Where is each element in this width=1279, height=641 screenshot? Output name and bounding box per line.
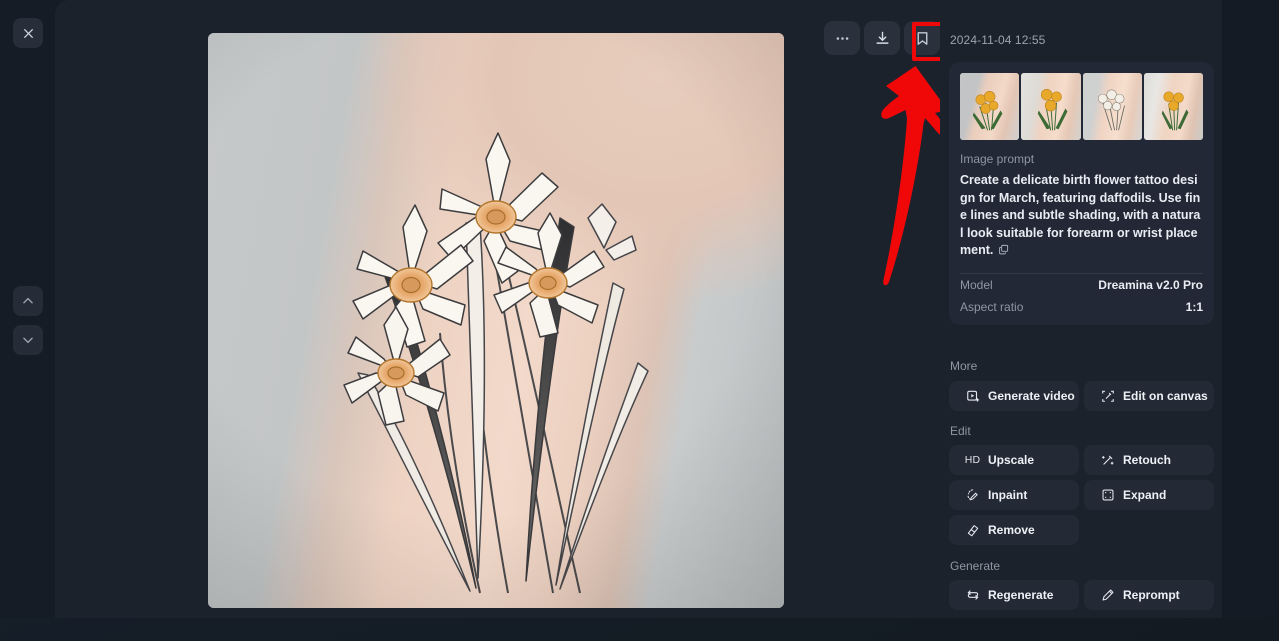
prompt-text: Create a delicate birth flower tattoo de… [960,172,1203,261]
retouch-button[interactable]: Retouch [1084,445,1214,475]
variation-thumbnail-strip [960,73,1203,140]
refresh-icon [965,588,980,603]
pencil-icon [1100,588,1115,603]
inpaint-brush-icon [965,488,980,503]
reprompt-button[interactable]: Reprompt [1084,580,1214,610]
next-image-button[interactable] [13,325,43,355]
video-frame-icon [965,389,980,404]
image-detail-modal: 2024-11-04 12:55 Image prompt Create a d… [0,0,1279,618]
button-label: Upscale [988,453,1035,467]
copy-icon [999,244,1009,255]
thumbnail-variation-4[interactable] [1143,73,1203,140]
button-label: Reprompt [1123,588,1180,602]
image-toolbar [824,21,940,55]
prompt-body: Create a delicate birth flower tattoo de… [960,173,1201,257]
section-buttons-more: Generate video Edit on canvas [949,381,1215,411]
meta-value: 1:1 [1185,299,1203,314]
canvas-crop-icon [1100,389,1115,404]
section-title-generate: Generate [950,559,1001,573]
regenerate-button[interactable]: Regenerate [949,580,1079,610]
image-vignette [208,33,784,608]
meta-row-aspect-ratio: Aspect ratio 1:1 [960,296,1203,318]
button-label: Remove [988,523,1035,537]
thumbnail-artwork [972,90,1003,131]
section-title-more: More [950,359,978,373]
thumbnail-variation-3[interactable] [1082,73,1142,140]
upscale-button[interactable]: HD Upscale [949,445,1079,475]
meta-row-model: Model Dreamina v2.0 Pro [960,274,1203,296]
chevron-up-icon [23,297,33,304]
main-image[interactable] [208,33,784,608]
thumbnail-artwork [1038,88,1068,131]
section-buttons-edit: HD Upscale Retouch Inpaint Expand Remove [949,445,1215,545]
button-label: Edit on canvas [1123,389,1208,403]
thumbnail-artwork [1097,89,1125,131]
expand-icon [1100,488,1115,503]
more-options-button[interactable] [824,21,860,55]
thumbnail-artwork [1161,91,1189,131]
button-label: Generate video [988,389,1075,403]
meta-value: Dreamina v2.0 Pro [1098,277,1203,292]
remove-button[interactable]: Remove [949,515,1079,545]
bookmark-button[interactable] [904,21,940,55]
inpaint-button[interactable]: Inpaint [949,480,1079,510]
magic-wand-icon [1100,453,1115,468]
close-icon [23,28,33,38]
chevron-down-icon [23,337,33,344]
section-title-edit: Edit [950,424,971,438]
meta-key: Aspect ratio [960,299,1024,314]
image-stage [55,0,955,618]
download-button[interactable] [864,21,900,55]
left-rail [0,0,55,618]
edit-on-canvas-button[interactable]: Edit on canvas [1084,381,1214,411]
previous-image-button[interactable] [13,286,43,316]
generation-timestamp: 2024-11-04 12:55 [950,33,1046,47]
bookmark-icon [917,31,927,45]
button-label: Expand [1123,488,1167,502]
ellipsis-icon [836,36,848,40]
copy-prompt-button[interactable] [998,243,1009,261]
generation-info-card: Image prompt Create a delicate birth flo… [949,62,1214,325]
download-icon [875,31,889,44]
hd-icon: HD [964,454,981,466]
meta-key: Model [960,277,993,292]
thumbnail-variation-1[interactable] [960,73,1020,140]
generate-video-button[interactable]: Generate video [949,381,1079,411]
button-label: Inpaint [988,488,1028,502]
prompt-label: Image prompt [960,152,1035,166]
section-buttons-generate: Regenerate Reprompt [949,580,1215,610]
close-button[interactable] [13,18,43,48]
thumbnail-variation-2[interactable] [1021,73,1081,140]
button-label: Regenerate [988,588,1054,602]
button-label: Retouch [1123,453,1171,467]
eraser-icon [965,523,980,538]
expand-button[interactable]: Expand [1084,480,1214,510]
